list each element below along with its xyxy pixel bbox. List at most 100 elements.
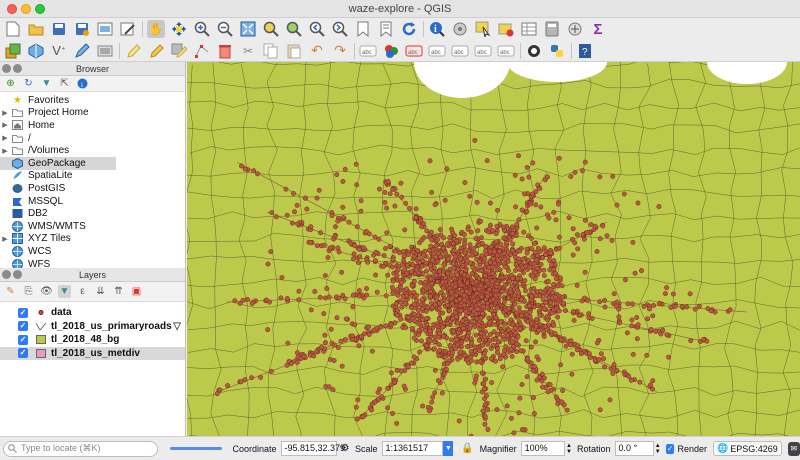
layer-visibility-checkbox[interactable]: ✓ <box>18 334 28 345</box>
remove-layer-icon[interactable]: ▣ <box>130 285 143 298</box>
expand-arrow-icon[interactable]: ▶ <box>0 109 10 117</box>
zoom-full-icon[interactable] <box>239 20 257 38</box>
info-icon[interactable]: i <box>76 77 89 90</box>
browser-item[interactable]: SpatiaLite <box>0 170 185 183</box>
new-shapefile-icon[interactable]: V ⁺ <box>50 42 68 60</box>
undo-icon[interactable]: ↶ <box>308 42 326 60</box>
browser-item[interactable]: PostGIS <box>0 182 185 195</box>
label-rotate-icon[interactable]: abc <box>474 42 492 60</box>
browser-item[interactable]: ▶ / <box>0 132 185 145</box>
save-edits-icon[interactable] <box>147 42 165 60</box>
help-icon[interactable]: ? <box>576 42 594 60</box>
layer-edit-icon[interactable] <box>96 42 114 60</box>
browser-item[interactable]: ▶ XYZ Tiles <box>0 233 185 246</box>
open-project-icon[interactable] <box>27 20 45 38</box>
print-layout-icon[interactable] <box>96 20 114 38</box>
label-toolbar-icon[interactable]: abc <box>359 42 377 60</box>
filter-icon[interactable]: ▼ <box>40 77 53 90</box>
label-change-icon[interactable]: abc <box>497 42 515 60</box>
layer-visibility-checkbox[interactable]: ✓ <box>18 348 28 359</box>
pan-to-selection-icon[interactable] <box>170 20 188 38</box>
label-pin-icon[interactable]: abc <box>405 42 423 60</box>
crs-button[interactable]: 🌐 EPSG:4269 <box>712 441 782 456</box>
browser-item[interactable]: ▶ Project Home <box>0 107 185 120</box>
browser-item[interactable]: DB2 <box>0 207 185 220</box>
add-feature-icon[interactable] <box>170 42 188 60</box>
close-panel-button[interactable] <box>2 270 11 279</box>
expression-filter-icon[interactable]: ε <box>76 285 89 298</box>
layer-item[interactable]: ✓ data <box>0 306 185 320</box>
collapse-all-icon[interactable]: ⇱ <box>58 77 71 90</box>
cut-icon[interactable]: ✂ <box>239 42 257 60</box>
browser-item[interactable]: ★ Favorites <box>0 94 185 107</box>
plugin-icon[interactable] <box>525 42 543 60</box>
filter-legend-icon[interactable]: ▼ <box>58 285 71 298</box>
save-as-icon[interactable] <box>73 20 91 38</box>
map-render[interactable] <box>187 62 800 436</box>
expand-arrow-icon[interactable]: ▶ <box>0 235 10 243</box>
expand-arrow-icon[interactable]: ▶ <box>0 134 10 142</box>
data-source-manager-icon[interactable] <box>4 42 22 60</box>
new-bookmark-icon[interactable] <box>354 20 372 38</box>
browser-item[interactable]: MSSQL <box>0 195 185 208</box>
browser-item[interactable]: ▶ Home <box>0 119 185 132</box>
copy-icon[interactable] <box>262 42 280 60</box>
map-canvas[interactable] <box>187 62 800 436</box>
magnifier-stepper[interactable]: ▲ ▼ <box>566 443 573 455</box>
browser-item[interactable]: GeoPackage <box>0 156 116 170</box>
toggle-editing-icon[interactable] <box>124 42 142 60</box>
close-panel-button[interactable] <box>2 64 11 73</box>
delete-icon[interactable] <box>216 42 234 60</box>
expand-all-icon[interactable]: ⇊ <box>94 285 107 298</box>
rotation-field[interactable]: 0.0 ° <box>614 441 654 456</box>
scale-field[interactable]: 1:1361517 <box>381 441 444 456</box>
layer-visibility-checkbox[interactable]: ✓ <box>18 321 28 332</box>
select-icon[interactable] <box>474 20 492 38</box>
deselect-icon[interactable] <box>497 20 515 38</box>
add-selected-layers-icon[interactable]: ⊕ <box>4 77 17 90</box>
zoom-in-icon[interactable] <box>193 20 211 38</box>
layer-item[interactable]: ✓ tl_2018_us_metdiv <box>0 346 185 360</box>
lock-scale-icon[interactable]: 🔒 <box>461 443 473 454</box>
layer-diagram-icon[interactable] <box>382 42 400 60</box>
magnifier-field[interactable]: 100% <box>520 441 565 456</box>
coordinate-field[interactable]: -95.815,32.379 <box>280 441 345 456</box>
expand-arrow-icon[interactable]: ▶ <box>0 147 10 155</box>
save-project-icon[interactable] <box>50 20 68 38</box>
coordinate-toggle-icon[interactable]: ⚙ <box>341 443 352 454</box>
redo-icon[interactable]: ↷ <box>331 42 349 60</box>
render-checkbox[interactable]: ✓ <box>665 443 675 454</box>
browser-item[interactable]: WMS/WMTS <box>0 220 185 233</box>
field-calculator-icon[interactable] <box>543 20 561 38</box>
layer-styling-icon[interactable]: ✎ <box>4 285 17 298</box>
browser-item[interactable]: WCS <box>0 245 185 258</box>
zoom-out-icon[interactable] <box>216 20 234 38</box>
identify-icon[interactable]: i <box>428 20 446 38</box>
label-move-icon[interactable]: abc <box>451 42 469 60</box>
python-icon[interactable] <box>548 42 566 60</box>
paste-icon[interactable] <box>285 42 303 60</box>
new-project-icon[interactable] <box>4 20 22 38</box>
pan-icon[interactable]: ✋ <box>147 20 165 38</box>
add-group-icon[interactable]: ⎘ <box>22 285 35 298</box>
layer-visibility-checkbox[interactable]: ✓ <box>18 307 28 318</box>
collapse-all-icon[interactable]: ⇈ <box>112 285 125 298</box>
browser-item[interactable]: ▶ /Volumes <box>0 144 185 157</box>
scale-dropdown-button[interactable]: ▼ <box>443 441 454 456</box>
refresh-icon[interactable] <box>400 20 418 38</box>
zoom-to-layer-icon[interactable] <box>285 20 303 38</box>
layer-filter-icon[interactable]: ▽ <box>173 321 181 332</box>
attribute-table-icon[interactable] <box>520 20 538 38</box>
visibility-icon[interactable]: 👁 <box>40 285 53 298</box>
statistics-icon[interactable] <box>566 20 584 38</box>
layer-item[interactable]: ✓ tl_2018_48_bg <box>0 333 185 347</box>
rotation-stepper[interactable]: ▲ ▼ <box>655 443 662 455</box>
style-manager-icon[interactable] <box>119 20 137 38</box>
refresh-icon[interactable]: ↻ <box>22 77 35 90</box>
vertex-tool-icon[interactable] <box>193 42 211 60</box>
float-panel-button[interactable] <box>13 64 22 73</box>
expand-arrow-icon[interactable]: ▶ <box>0 121 10 129</box>
float-panel-button[interactable] <box>13 270 22 279</box>
locator-search-input[interactable]: Type to locate (⌘K) <box>3 440 158 457</box>
label-show-icon[interactable]: abc <box>428 42 446 60</box>
